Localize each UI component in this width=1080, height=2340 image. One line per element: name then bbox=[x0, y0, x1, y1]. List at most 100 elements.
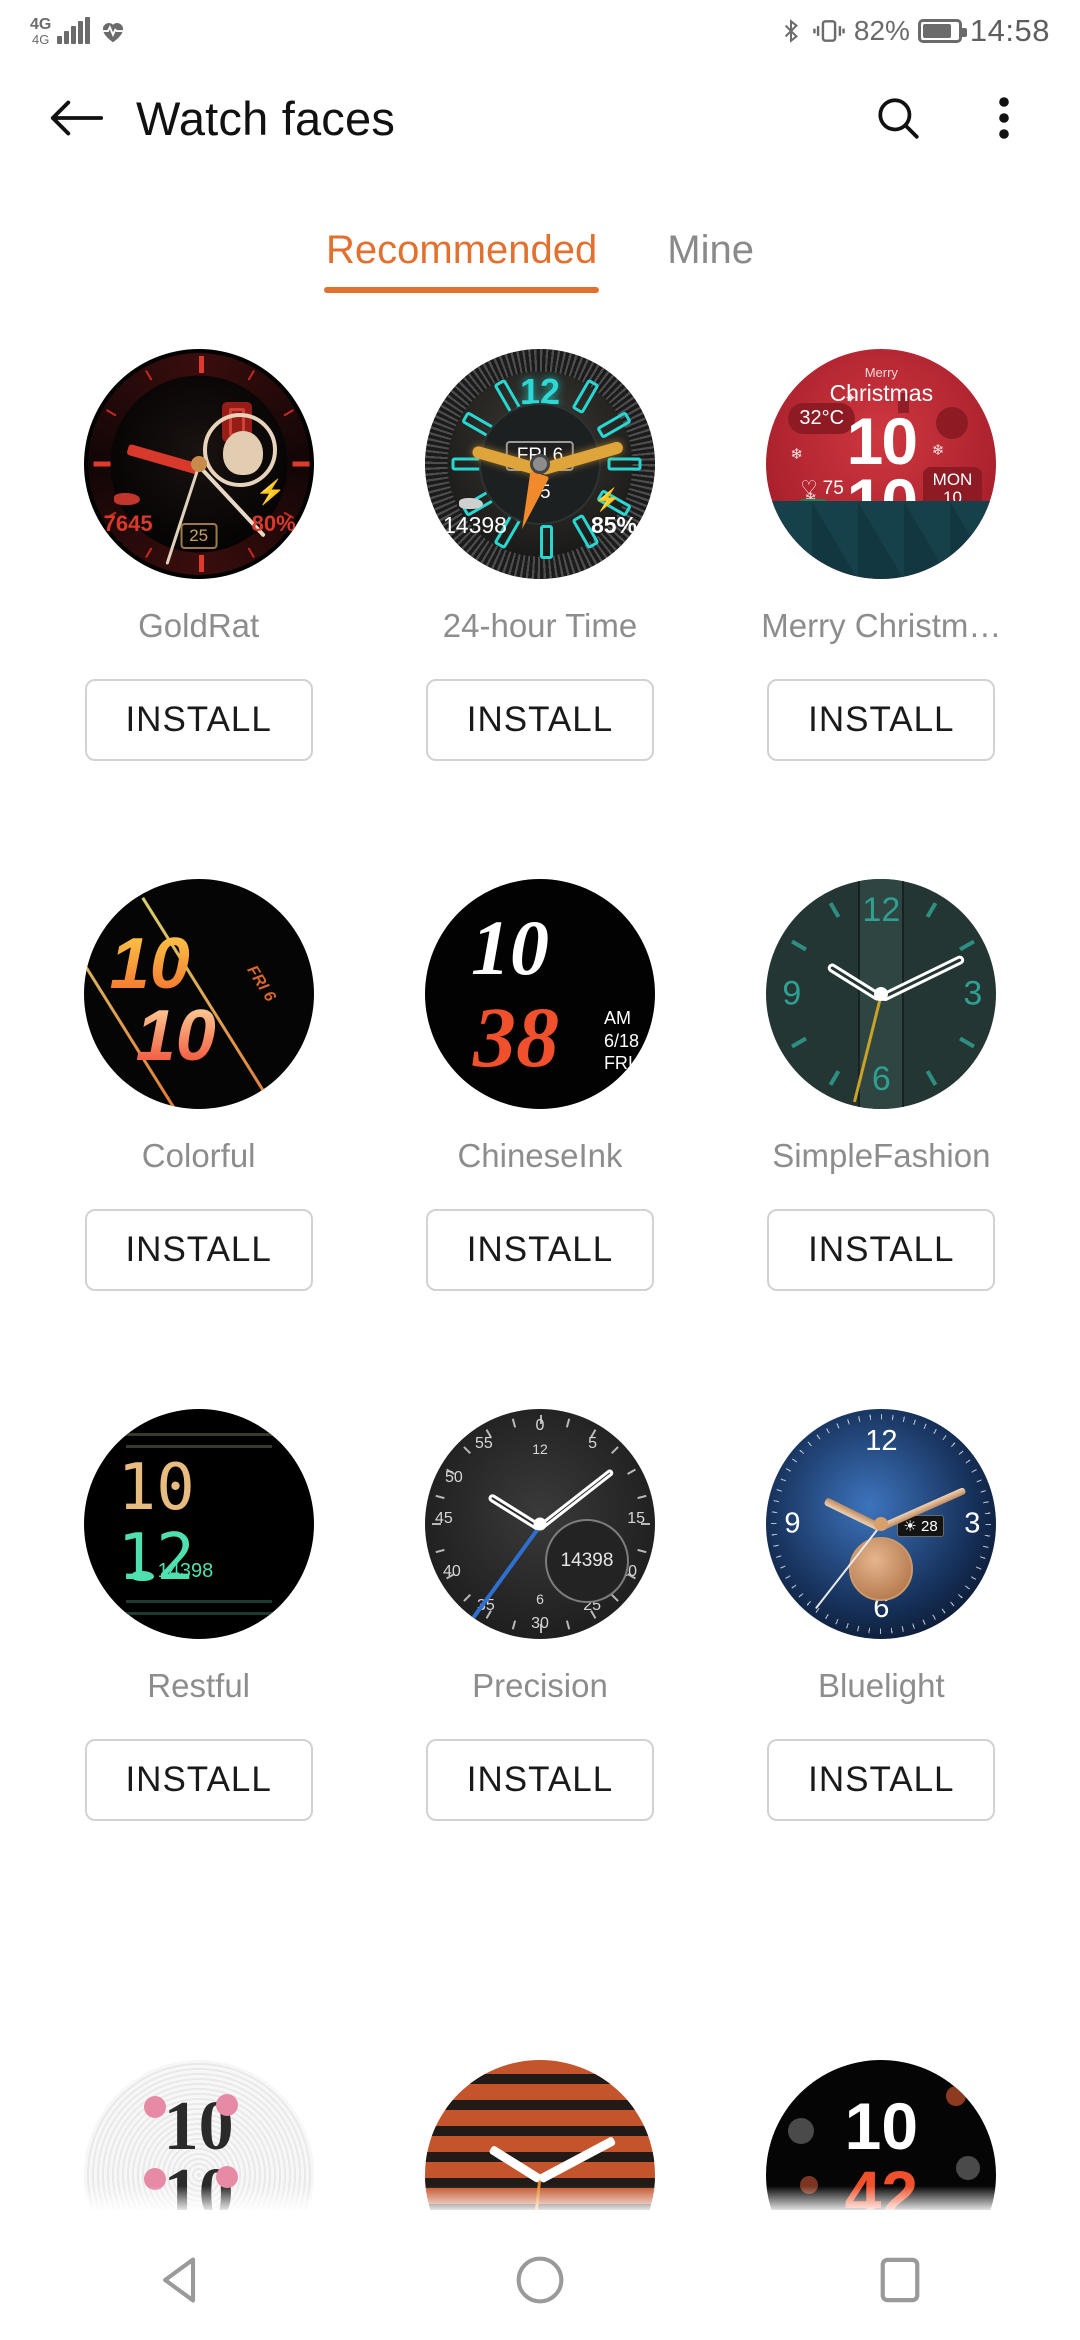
steps-icon bbox=[131, 1571, 154, 1581]
install-button[interactable]: INSTALL bbox=[425, 1209, 654, 1291]
nav-home-button[interactable] bbox=[480, 2230, 600, 2330]
watch-face-card: 7645 ⚡ 80% 25 GoldRat INSTALL bbox=[28, 349, 369, 761]
watch-face-preview-bluelight[interactable]: 12 3 6 9 ☀ 28 bbox=[766, 1409, 997, 1639]
precision-scale-40: 40 bbox=[442, 1563, 461, 1580]
tab-recommended-label: Recommended bbox=[326, 228, 598, 272]
watch-face-card: 10 38 AM 6/18 FRI ChineseInk INSTALL bbox=[369, 879, 710, 1291]
steps-icon bbox=[458, 498, 483, 509]
watch-face-preview-simplefashion[interactable]: 12 3 6 9 bbox=[766, 879, 997, 1109]
restful-minute: 12 bbox=[117, 1521, 195, 1595]
24hour-battery: 85% bbox=[590, 512, 637, 538]
nav-recents-square-icon bbox=[880, 2257, 920, 2303]
network-type-label: 4G 4G bbox=[30, 15, 52, 47]
restful-steps: 14398 bbox=[157, 1560, 214, 1582]
colorful-date: FRI 6 bbox=[242, 962, 279, 1005]
dots-hour: 10 bbox=[844, 2089, 919, 2163]
simplefashion-marker-12: 12 bbox=[862, 891, 901, 929]
bluelight-face-art: 12 3 6 9 ☀ 28 bbox=[766, 1409, 997, 1639]
install-button[interactable]: INSTALL bbox=[84, 1739, 313, 1821]
watch-face-name: Restful bbox=[147, 1667, 251, 1704]
center-pin bbox=[533, 1517, 547, 1531]
chineseink-hour: 10 bbox=[470, 904, 549, 991]
watch-face-name: Precision bbox=[472, 1667, 608, 1704]
precision-scale-45: 45 bbox=[434, 1510, 453, 1528]
watch-face-name: 24-hour Time bbox=[442, 607, 638, 644]
tab-mine-label: Mine bbox=[667, 228, 754, 272]
simplefashion-face-art: 12 3 6 9 bbox=[766, 879, 997, 1109]
install-button[interactable]: INSTALL bbox=[425, 679, 654, 761]
watch-face-name: Colorful bbox=[141, 1137, 256, 1174]
overflow-menu-button[interactable] bbox=[968, 82, 1040, 154]
search-button[interactable] bbox=[862, 82, 934, 154]
install-button[interactable]: INSTALL bbox=[767, 1209, 996, 1291]
precision-scale-5: 5 bbox=[588, 1435, 597, 1452]
watch-face-preview-precision[interactable]: 0 5 15 20 25 30 35 40 45 50 55 12 6 1439… bbox=[424, 1409, 655, 1639]
install-button[interactable]: INSTALL bbox=[767, 679, 996, 761]
page-title: Watch faces bbox=[136, 91, 396, 145]
bottom-fade bbox=[0, 2186, 1080, 2220]
nav-recents-button[interactable] bbox=[840, 2230, 960, 2330]
center-pin bbox=[190, 456, 207, 472]
watch-face-name: GoldRat bbox=[138, 607, 260, 644]
watch-face-card: 0 5 15 20 25 30 35 40 45 50 55 12 6 1439… bbox=[369, 1409, 710, 1821]
christmas-greeting: Merry Christmas bbox=[829, 365, 934, 406]
bluelight-marker-9: 9 bbox=[784, 1507, 801, 1540]
watch-face-preview-colorful[interactable]: 10 10 FRI 6 bbox=[83, 879, 314, 1109]
tab-recommended[interactable]: Recommended bbox=[324, 228, 600, 293]
watch-face-card: 10 10 FRI 6 Colorful INSTALL bbox=[28, 879, 369, 1291]
tab-mine[interactable]: Mine bbox=[667, 228, 754, 293]
restful-face-art: 10 12 14398 bbox=[83, 1409, 314, 1639]
watch-face-preview-goldrat[interactable]: 7645 ⚡ 80% 25 bbox=[83, 349, 314, 579]
center-pin bbox=[874, 1517, 889, 1531]
chineseink-minute: 38 bbox=[472, 989, 559, 1085]
watch-face-preview-christmas[interactable]: ❄ ❄ ❄ ✦ ❄ Merry Christmas 32°C 1010 MON1… bbox=[766, 349, 997, 579]
row-spacer bbox=[28, 1291, 1052, 1409]
restful-hour: 10 bbox=[117, 1451, 195, 1525]
chineseink-meta: AM 6/18 FRI bbox=[603, 1008, 639, 1073]
goldrat-face-art: 7645 ⚡ 80% 25 bbox=[83, 349, 314, 579]
24hour-steps: 14398 bbox=[442, 512, 507, 538]
colorful-face-art: 10 10 FRI 6 bbox=[83, 879, 314, 1109]
watch-face-preview-24hour[interactable]: 12 FRI 6 75 14398 ⚡ 85% bbox=[424, 349, 655, 579]
24hour-face-art: 12 FRI 6 75 14398 ⚡ 85% bbox=[424, 349, 655, 579]
precision-marker-6: 6 bbox=[536, 1591, 544, 1607]
colorful-hour: 10 bbox=[109, 924, 190, 1004]
install-button[interactable]: INSTALL bbox=[84, 679, 313, 761]
christmas-heart-rate: ♡ 75 bbox=[800, 478, 844, 499]
back-arrow-icon bbox=[50, 100, 104, 136]
nav-back-button[interactable] bbox=[120, 2230, 240, 2330]
chineseink-face-art: 10 38 AM 6/18 FRI bbox=[424, 879, 655, 1109]
precision-scale-30: 30 bbox=[531, 1615, 549, 1632]
install-button[interactable]: INSTALL bbox=[767, 1739, 996, 1821]
bluelight-marker-12: 12 bbox=[865, 1425, 898, 1457]
watch-face-name: ChineseInk bbox=[457, 1137, 623, 1174]
signal-bars-icon bbox=[57, 17, 91, 44]
precision-steps-subdial: 14398 bbox=[544, 1519, 629, 1603]
bluelight-subdial bbox=[849, 1537, 914, 1601]
install-button[interactable]: INSTALL bbox=[425, 1739, 654, 1821]
watch-face-grid: 7645 ⚡ 80% 25 GoldRat INSTALL 12 FRI 6 7… bbox=[0, 349, 1080, 1821]
nav-back-triangle-icon bbox=[163, 2257, 196, 2303]
precision-scale-0: 0 bbox=[535, 1417, 545, 1434]
battery-icon bbox=[917, 19, 967, 43]
ornament-icon bbox=[936, 407, 969, 439]
watch-face-preview-chineseink[interactable]: 10 38 AM 6/18 FRI bbox=[424, 879, 655, 1109]
watch-face-preview-restful[interactable]: 10 12 14398 bbox=[83, 1409, 314, 1639]
steps-icon bbox=[113, 493, 140, 505]
vibrate-icon bbox=[813, 20, 845, 42]
battery-percent-label: 82% bbox=[853, 15, 910, 46]
watch-face-card: ❄ ❄ ❄ ✦ ❄ Merry Christmas 32°C 1010 MON1… bbox=[711, 349, 1052, 761]
watch-face-card: 12 3 6 9 SimpleFashion INSTALL bbox=[711, 879, 1052, 1291]
goldrat-steps: 7645 bbox=[103, 511, 153, 536]
install-button[interactable]: INSTALL bbox=[84, 1209, 313, 1291]
status-bar: 4G 4G 82% 14:58 bbox=[0, 0, 1080, 62]
bluelight-marker-3: 3 bbox=[964, 1507, 981, 1540]
bluetooth-icon bbox=[784, 19, 798, 43]
battery-bolt-icon: ⚡ bbox=[593, 487, 621, 512]
simplefashion-marker-6: 6 bbox=[871, 1060, 891, 1098]
more-vertical-icon bbox=[999, 97, 1009, 139]
precision-scale-50: 50 bbox=[444, 1468, 463, 1486]
back-button[interactable] bbox=[40, 82, 112, 154]
center-pin bbox=[529, 454, 550, 474]
heart-rate-icon bbox=[103, 23, 124, 43]
